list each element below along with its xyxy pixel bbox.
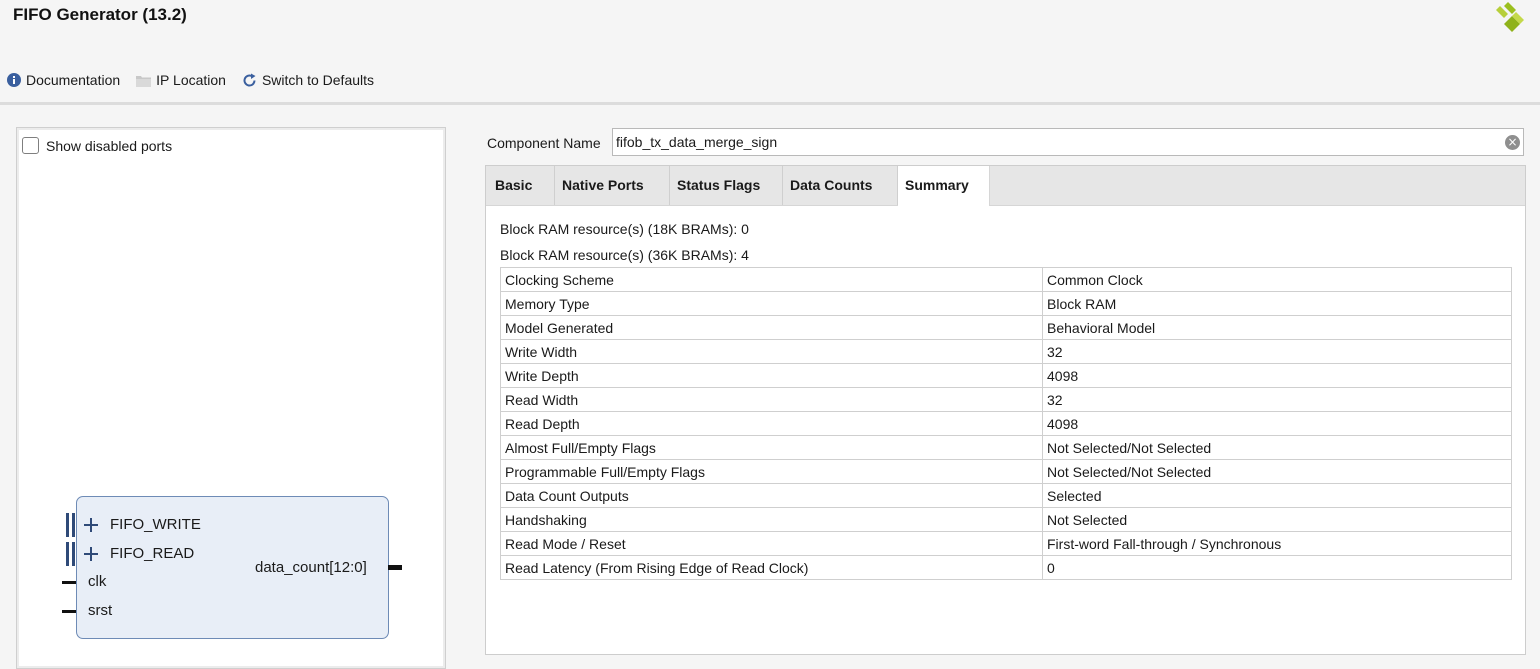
summary-value: Behavioral Model: [1042, 315, 1512, 340]
ip-location-button[interactable]: IP Location: [136, 72, 226, 88]
summary-key: Handshaking: [500, 507, 1043, 532]
fifo-write-bus-marker: [66, 513, 75, 537]
folder-icon: [136, 75, 152, 87]
expand-plus-icon[interactable]: [84, 546, 98, 561]
table-row: Read Latency (From Rising Edge of Read C…: [500, 555, 1512, 580]
summary-value: 32: [1042, 387, 1512, 412]
summary-key: Model Generated: [500, 315, 1043, 340]
summary-key: Read Latency (From Rising Edge of Read C…: [500, 555, 1043, 580]
documentation-button[interactable]: Documentation: [7, 72, 120, 88]
table-row: Model Generated Behavioral Model: [500, 315, 1512, 340]
summary-key: Write Width: [500, 339, 1043, 364]
summary-value: 4098: [1042, 411, 1512, 436]
summary-value: Not Selected/Not Selected: [1042, 435, 1512, 460]
port-srst: srst: [88, 602, 112, 619]
component-name-label: Component Name: [487, 135, 601, 151]
table-row: Programmable Full/Empty Flags Not Selecte…: [500, 459, 1512, 484]
port-label: srst: [88, 602, 113, 619]
summary-key: Read Width: [500, 387, 1043, 412]
summary-table: Clocking Scheme Common Clock Memory Type Bl…: [500, 267, 1512, 580]
summary-key: Clocking Scheme: [500, 267, 1043, 292]
switch-to-defaults-label: Switch to Defaults: [261, 72, 375, 88]
table-row: Data Count Outputs Selected: [500, 483, 1512, 508]
checkbox-box[interactable]: [22, 137, 39, 154]
summary-value: Not Selected/Not Selected: [1042, 459, 1512, 484]
configuration-tabs: Basic Native Ports Status Flags Data Cou…: [485, 165, 1526, 655]
switch-to-defaults-button[interactable]: Switch to Defaults: [242, 72, 374, 88]
xilinx-logo-icon: [1496, 2, 1524, 32]
port-label: FIFO_READ: [110, 545, 195, 562]
port-label: data_count[12:0]: [255, 559, 367, 576]
summary-key: Memory Type: [500, 291, 1043, 316]
summary-value: First-word Fall-through / Synchronous: [1042, 531, 1512, 556]
summary-value: Common Clock: [1042, 267, 1512, 292]
summary-value: 32: [1042, 339, 1512, 364]
summary-key: Almost Full/Empty Flags: [500, 435, 1043, 460]
tab-strip: Basic Native Ports Status Flags Data Cou…: [486, 166, 1525, 206]
summary-value: Selected: [1042, 483, 1512, 508]
show-disabled-ports-checkbox[interactable]: Show disabled ports: [22, 137, 172, 154]
tab-native-ports[interactable]: Native Ports: [555, 166, 670, 205]
tab-status-flags[interactable]: Status Flags: [670, 166, 783, 205]
srst-pin-line: [62, 610, 76, 613]
bram18-info: Block RAM resource(s) (18K BRAMs): 0: [500, 221, 749, 237]
summary-value: 0: [1042, 555, 1512, 580]
port-clk: clk: [88, 573, 106, 590]
component-name-input[interactable]: fifob_tx_data_merge_sign: [612, 128, 1524, 156]
table-row: Clocking Scheme Common Clock: [500, 267, 1512, 292]
table-row: Read Mode / Reset First-word Fall-through…: [500, 531, 1512, 556]
refresh-icon: [243, 73, 256, 86]
table-row: Almost Full/Empty Flags Not Selected/Not …: [500, 435, 1512, 460]
ip-location-label: IP Location: [156, 72, 226, 88]
table-row: Read Width 32: [500, 387, 1512, 412]
summary-key: Programmable Full/Empty Flags: [500, 459, 1043, 484]
fifo-read-bus-marker: [66, 542, 75, 566]
summary-value: Block RAM: [1042, 291, 1512, 316]
ip-symbol-panel: Show disabled ports FIFO_WRITE FIFO_READ…: [16, 127, 446, 669]
bram36-info: Block RAM resource(s) (36K BRAMs): 4: [500, 247, 749, 263]
table-row: Memory Type Block RAM: [500, 291, 1512, 316]
table-row: Write Depth 4098: [500, 363, 1512, 388]
tab-data-counts[interactable]: Data Counts: [783, 166, 898, 205]
summary-key: Read Depth: [500, 411, 1043, 436]
clear-icon[interactable]: ×: [1505, 135, 1520, 150]
clk-pin-line: [62, 581, 76, 584]
summary-key: Read Mode / Reset: [500, 531, 1043, 556]
toolbar: Documentation IP Location Switch to Defa…: [7, 70, 390, 90]
tab-basic[interactable]: Basic: [486, 166, 555, 205]
summary-key: Write Depth: [500, 363, 1043, 388]
documentation-label: Documentation: [26, 72, 121, 88]
table-row: Write Width 32: [500, 339, 1512, 364]
port-fifo-write[interactable]: FIFO_WRITE: [84, 516, 201, 533]
toolbar-divider: [0, 102, 1540, 105]
info-icon: [7, 73, 21, 87]
port-label: FIFO_WRITE: [110, 516, 201, 533]
port-fifo-read[interactable]: FIFO_READ: [84, 545, 194, 562]
window-title: FIFO Generator (13.2): [13, 5, 187, 24]
tab-summary[interactable]: Summary: [898, 166, 990, 206]
expand-plus-icon[interactable]: [84, 517, 98, 532]
data-count-pin-line: [388, 565, 402, 570]
show-disabled-ports-label: Show disabled ports: [46, 137, 173, 154]
summary-key: Data Count Outputs: [500, 483, 1043, 508]
summary-value: Not Selected: [1042, 507, 1512, 532]
summary-value: 4098: [1042, 363, 1512, 388]
table-row: Handshaking Not Selected: [500, 507, 1512, 532]
table-row: Read Depth 4098: [500, 411, 1512, 436]
port-label: clk: [88, 573, 107, 590]
ip-symbol-block: FIFO_WRITE FIFO_READ clk srst data_count…: [62, 496, 402, 639]
port-data-count: data_count[12:0]: [255, 559, 367, 576]
